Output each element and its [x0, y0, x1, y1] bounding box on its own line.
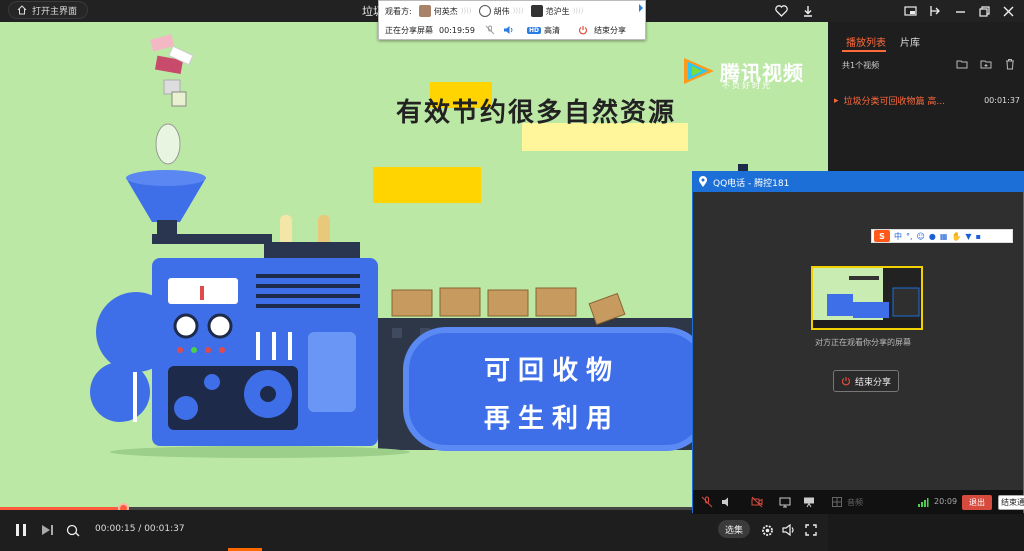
time-separator: /: [135, 524, 145, 534]
expand-arrow-icon[interactable]: [639, 4, 643, 12]
sound-wave-icon: )))): [460, 7, 472, 15]
minimize-icon[interactable]: [952, 3, 968, 19]
power-icon: [578, 26, 588, 35]
viewer-name: 范沪生: [545, 6, 570, 16]
hd-badge: HD: [526, 26, 541, 34]
player-controls: 00:00:15 / 00:01:37 选集: [0, 510, 828, 551]
qq-call-window: QQ电话 - 腾控181 S 中 °, ☺ ● ▦ ✋ ▼ ▪ 对方正在观看你分…: [692, 171, 1024, 514]
ime-mode-label: 中: [894, 231, 902, 241]
sogou-ime-icon: S: [874, 230, 890, 242]
active-tab-indicator: [842, 50, 886, 52]
playlist-count: 共1个视频: [842, 61, 880, 70]
speaker-icon[interactable]: [721, 496, 733, 508]
audio-grid-icon[interactable]: [831, 496, 843, 508]
avatar: [478, 5, 491, 17]
sound-wave-icon: )))): [512, 7, 524, 15]
fullscreen-icon[interactable]: [802, 521, 820, 539]
playing-indicator-icon: ▸: [834, 95, 839, 106]
avatar: [530, 5, 543, 17]
qq-end-share-label: 结束分享: [854, 377, 891, 388]
playlist-item-title: 垃圾分类可回收物篇 高...: [843, 97, 945, 107]
signal-icon: [918, 498, 929, 507]
mini-mode-icon[interactable]: [902, 3, 918, 19]
audio-label: 音频: [847, 498, 863, 507]
camera-off-icon[interactable]: [751, 496, 763, 508]
power-icon: [841, 377, 851, 386]
screen-share-icon[interactable]: [779, 496, 791, 508]
yellow-block: [373, 167, 481, 203]
viewers-row: 观看方: 何英杰 )))) 胡伟 )))) 范沪生 )))): [385, 2, 584, 20]
banner-line-2: 再生利用: [484, 404, 621, 434]
next-icon[interactable]: [38, 521, 56, 539]
close-icon[interactable]: [1000, 3, 1016, 19]
folder-icon[interactable]: [956, 58, 968, 70]
emoji-icon[interactable]: ☺: [917, 232, 925, 241]
tab-library[interactable]: 片库: [900, 34, 920, 49]
call-duration: 20:09: [934, 497, 958, 506]
viewer-2: 胡伟 )))): [478, 5, 524, 17]
tencent-video-slogan: 不负好时光: [722, 81, 772, 90]
viewer-name: 胡伟: [493, 6, 510, 16]
episodes-button[interactable]: 选集: [718, 520, 750, 538]
location-pin-icon: [699, 176, 707, 187]
add-folder-icon[interactable]: [980, 58, 992, 70]
viewer-3: 范沪生 )))): [530, 5, 584, 17]
share-status-label: 正在分享屏幕: [385, 25, 433, 35]
loop-icon[interactable]: [64, 521, 82, 539]
voice-input-icon[interactable]: ●: [929, 232, 936, 241]
qq-end-share-button[interactable]: 结束分享: [833, 370, 899, 392]
pause-icon[interactable]: [12, 521, 30, 539]
trash-icon[interactable]: [1004, 58, 1016, 70]
shared-screen-thumbnail: [811, 266, 923, 330]
qq-call-toolbar: 音频 20:09 退出 结束通: [693, 490, 1024, 514]
exit-button[interactable]: 退出: [962, 495, 992, 510]
pin-icon[interactable]: [927, 3, 943, 19]
keyboard-icon[interactable]: ▦: [940, 232, 948, 241]
home-icon: [17, 5, 27, 15]
restore-icon[interactable]: [976, 3, 992, 19]
banner-line-1: 可回收物: [484, 356, 621, 386]
current-time: 00:00:15: [95, 524, 136, 534]
tencent-video-logo-icon: [684, 58, 714, 84]
avatar: [418, 5, 431, 17]
volume-icon[interactable]: [780, 521, 798, 539]
speaker-icon[interactable]: [503, 25, 515, 35]
toolbox-icon[interactable]: ▪: [976, 232, 981, 241]
screen-share-panel: 观看方: 何英杰 )))) 胡伟 )))) 范沪生 )))) 正在分享屏幕 00…: [378, 0, 646, 40]
mic-muted-icon[interactable]: [485, 25, 495, 35]
skin-icon[interactable]: ▼: [965, 232, 971, 241]
ime-toolbar[interactable]: S 中 °, ☺ ● ▦ ✋ ▼ ▪: [871, 229, 1013, 243]
sound-wave-icon: )))): [572, 7, 584, 15]
qq-share-status: 对方正在观看你分享的屏幕: [815, 338, 911, 347]
playlist-item-duration: 00:01:37: [984, 96, 1020, 105]
ime-punct-label: °,: [906, 231, 913, 241]
video-headline: 有效节约很多自然资源: [396, 98, 677, 128]
playlist-panel: 播放列表 片库 共1个视频 ▸ 垃圾分类可回收物篇 高... 00:01:37: [828, 22, 1024, 172]
settings-icon[interactable]: [758, 521, 776, 539]
time-display: 00:00:15 / 00:01:37: [95, 524, 185, 534]
end-call-button[interactable]: 结束通: [998, 495, 1024, 510]
qq-window-title[interactable]: QQ电话 - 腾控181: [693, 172, 1023, 192]
present-icon[interactable]: [803, 496, 815, 508]
download-icon[interactable]: [800, 3, 816, 19]
share-status-row: 正在分享屏幕 00:19:59 HD 高清 结束分享: [385, 21, 626, 39]
handwriting-icon[interactable]: ✋: [951, 232, 961, 241]
mic-muted-icon[interactable]: [701, 496, 713, 508]
favorite-icon[interactable]: [773, 3, 789, 19]
open-main-window-label: 打开主界面: [32, 6, 78, 17]
playlist-item[interactable]: ▸ 垃圾分类可回收物篇 高... 00:01:37: [834, 94, 1020, 108]
qq-title-text: QQ电话 - 腾控181: [713, 178, 790, 189]
share-elapsed: 00:19:59: [439, 25, 475, 35]
tab-playlist[interactable]: 播放列表: [846, 34, 886, 49]
total-time: 00:01:37: [144, 524, 185, 534]
open-main-window-button[interactable]: 打开主界面: [8, 1, 89, 19]
viewer-1: 何英杰 )))): [418, 5, 472, 17]
end-share-link[interactable]: 结束分享: [594, 25, 626, 36]
quality-label[interactable]: 高清: [544, 25, 560, 36]
viewers-label: 观看方:: [385, 6, 412, 16]
viewer-name: 何英杰: [433, 6, 458, 16]
